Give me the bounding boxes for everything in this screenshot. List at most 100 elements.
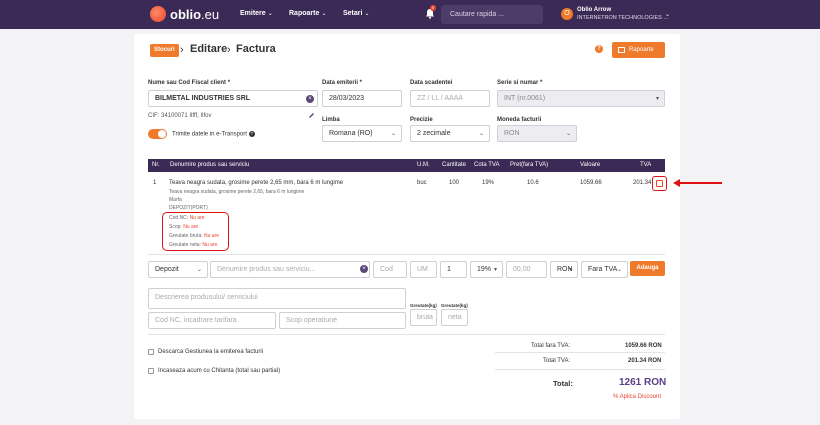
receipt-checkbox[interactable]: [148, 368, 154, 374]
client-label: Nume sau Cod Fiscal client *: [148, 80, 231, 86]
reports-button[interactable]: Rapoarte: [612, 42, 665, 58]
gross-weight-input[interactable]: bruta: [410, 309, 437, 326]
delete-row-icon[interactable]: [656, 180, 663, 187]
stock-discharge-label: Descarca Gestiunea la emiterea facturii: [158, 349, 264, 355]
divider: [495, 369, 665, 370]
nav-rapoarte[interactable]: Rapoarte ⌄: [289, 10, 326, 17]
col-um: U.M.: [417, 162, 430, 168]
user-name[interactable]: Oblio Arrow: [577, 7, 611, 13]
chevron-down-icon: ⌄: [196, 267, 202, 273]
chevron-down-icon: ⌄: [390, 131, 396, 137]
currency-label: Moneda facturii: [497, 117, 542, 123]
issue-date-input[interactable]: 28/03/2023: [322, 90, 402, 107]
net-weight-label: Greutate(kg): [441, 303, 468, 308]
code-input[interactable]: Cod: [373, 261, 407, 278]
issue-date-label: Data emiterii *: [322, 80, 363, 86]
chevron-down-icon: ⌄: [478, 131, 484, 137]
nav-emitere[interactable]: Emitere ⌄: [240, 10, 273, 17]
row-um: buc: [417, 180, 427, 186]
user-avatar[interactable]: O: [561, 8, 573, 20]
row-warehouse: DEPOZIT(PORT): [169, 205, 208, 211]
help-icon[interactable]: ?: [595, 45, 603, 53]
divider: [148, 254, 665, 255]
highlight-extras: [162, 212, 229, 251]
due-date-input[interactable]: ZZ / LL / AAAA: [410, 90, 490, 107]
chevron-down-icon: ⌄: [321, 11, 327, 17]
row-product-name[interactable]: Teava neagra sudata, grosime perete 2,65…: [169, 180, 343, 186]
total-vat-label: Total TVA:: [543, 358, 571, 364]
breadcrumb-separator: ›: [227, 44, 231, 56]
vat-select[interactable]: 19% ▾: [470, 261, 503, 278]
row-product-desc: Teava neagra sudata, grosime perete 2,65…: [169, 189, 305, 195]
client-input[interactable]: BILMETAL INDUSTRIES SRL: [148, 90, 318, 107]
chevron-down-icon: ⌄: [616, 267, 622, 273]
chevron-down-icon: ⌄: [267, 11, 273, 17]
stock-discharge-checkbox[interactable]: [148, 349, 154, 355]
total-vat-value: 201.34 RON: [628, 358, 662, 364]
page-title: Factura: [236, 43, 276, 55]
price-input[interactable]: 00,00: [506, 261, 547, 278]
product-description-textarea[interactable]: Descrierea produsului/ serviciului: [148, 288, 406, 309]
um-input[interactable]: UM: [410, 261, 437, 278]
due-date-label: Data scadentei: [410, 80, 453, 86]
row-vat-rate: 19%: [482, 180, 495, 186]
product-search-input[interactable]: Denumire produs sau serviciu...: [210, 261, 370, 278]
nc-code-input[interactable]: Cod NC, incadrare tarifara: [148, 312, 276, 329]
entry-currency-select[interactable]: RON ▾: [550, 261, 578, 278]
col-vat: TVA: [640, 162, 652, 168]
stocks-badge[interactable]: Stocuri: [150, 44, 179, 57]
etransport-label: Trimite datele in e-Transport ?: [172, 131, 255, 138]
precision-select[interactable]: 2 zecimale ⌄: [410, 125, 490, 142]
quick-search-input[interactable]: Cautare rapida ...: [441, 5, 543, 24]
chevron-down-icon: ▾: [493, 267, 497, 273]
col-nr: Nr.: [152, 162, 160, 168]
col-price: Pret(fara TVA): [510, 162, 549, 168]
annotation-arrow: [679, 182, 722, 184]
logo-mark-icon: [150, 6, 166, 22]
series-label: Serie si numar *: [497, 80, 543, 86]
add-product-button[interactable]: Adauga: [630, 261, 665, 276]
notification-badge: 0: [430, 5, 436, 11]
total-no-vat-label: Total fara TVA:: [531, 343, 571, 349]
row-product-type: Marfa: [169, 197, 182, 203]
breadcrumb-separator: ›: [180, 44, 184, 56]
row-vat: 201.34: [633, 180, 652, 186]
chevron-down-icon: ▾: [655, 96, 659, 102]
series-select[interactable]: INT (nr.0061) ▾: [497, 90, 665, 107]
edit-icon[interactable]: [308, 112, 315, 119]
currency-select[interactable]: RON ⌄: [497, 125, 577, 142]
client-info: CIF: 34100071 Ilfff, Ilfov: [148, 113, 212, 119]
col-vat-rate: Cota TVA: [474, 162, 500, 168]
col-qty: Cantitate: [442, 162, 467, 168]
chevron-down-icon: ⌄: [565, 131, 571, 137]
user-company: INTERNETRON TECHNOLOGIES ...: [577, 15, 668, 21]
vat-mode-select[interactable]: Fara TVA ⌄: [581, 261, 628, 278]
divider: [495, 352, 665, 353]
col-name: Denumire produs sau serviciu: [170, 162, 250, 168]
clear-client-icon[interactable]: ×: [306, 95, 314, 103]
grand-total-value: 1261 RON: [619, 377, 667, 388]
etransport-toggle[interactable]: [148, 129, 167, 139]
help-icon[interactable]: ?: [248, 131, 255, 137]
precision-label: Precizie: [410, 117, 433, 123]
breadcrumb-editare: Editare: [190, 43, 228, 55]
chevron-down-icon: ⌄: [364, 11, 370, 17]
receipt-label: Incaseaza acum cu Chitanta (total sau pa…: [158, 368, 281, 374]
language-select[interactable]: Romana (RO) ⌄: [322, 125, 402, 142]
annotation-arrow-head: [673, 179, 680, 187]
oblio-logo[interactable]: oblio.eu: [150, 6, 219, 22]
nav-setari[interactable]: Setari ⌄: [343, 10, 370, 17]
net-weight-input[interactable]: neta: [441, 309, 468, 326]
row-nr: 1: [153, 180, 157, 186]
chevron-down-icon[interactable]: ⌄: [665, 11, 670, 18]
clear-product-icon[interactable]: ×: [360, 265, 368, 273]
qty-input[interactable]: 1: [440, 261, 467, 278]
purpose-input[interactable]: Scop operatiune: [279, 312, 406, 329]
warehouse-select[interactable]: Depozit ⌄: [148, 261, 208, 278]
language-label: Limba: [322, 117, 340, 123]
total-no-vat-value: 1059.66 RON: [625, 343, 662, 349]
grand-total-label: Total:: [553, 379, 573, 388]
gross-weight-label: Greutate(kg): [410, 303, 437, 308]
row-price: 10.6: [527, 180, 539, 186]
apply-discount-link[interactable]: % Aplica Discount: [613, 394, 661, 400]
